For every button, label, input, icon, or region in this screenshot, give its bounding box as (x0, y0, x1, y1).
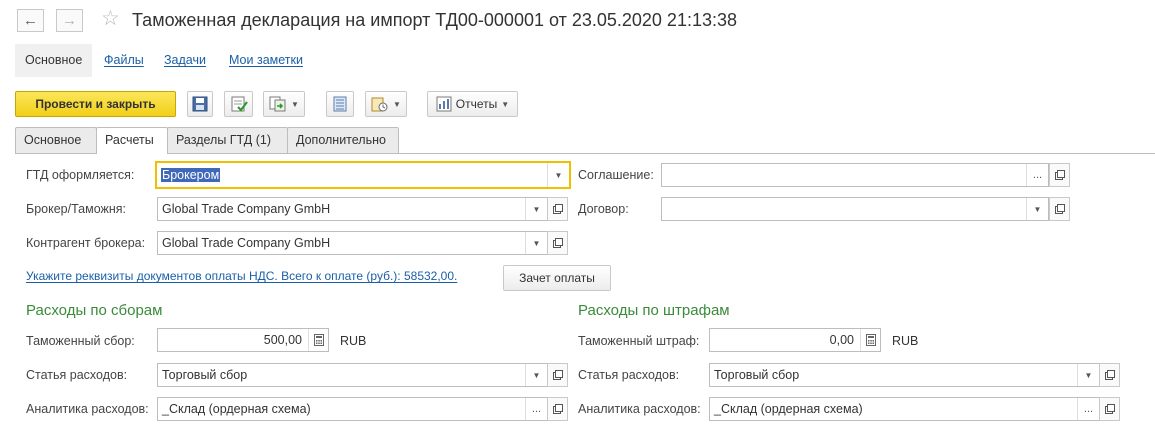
dropdown-arrow-icon[interactable]: ▼ (1026, 198, 1048, 220)
open-window-icon (552, 370, 563, 380)
attachments-icon (371, 97, 388, 112)
dropdown-arrow-icon[interactable]: ▼ (525, 232, 547, 254)
customs-fine-field[interactable]: 0,00 (709, 328, 881, 352)
post-and-close-button[interactable]: Провести и закрыть (15, 91, 176, 117)
save-icon (192, 96, 208, 112)
customs-fine-value: 0,00 (829, 333, 854, 347)
fee-analytics-field[interactable]: _Склад (ордерная схема) ... (157, 397, 548, 421)
dropdown-arrow-icon[interactable]: ▼ (547, 163, 569, 187)
broker-contractor-label: Контрагент брокера: (26, 236, 146, 250)
fee-expense-item-open-button[interactable] (547, 363, 568, 387)
open-window-icon (1104, 370, 1115, 380)
calculator-button[interactable] (860, 329, 880, 351)
contract-open-button[interactable] (1049, 197, 1070, 221)
fine-expense-item-field[interactable]: Торговый сбор ▼ (709, 363, 1100, 387)
favorite-star-icon[interactable]: ☆ (101, 8, 120, 29)
create-based-on-icon (269, 96, 286, 112)
section-tasks[interactable]: Задачи (164, 44, 206, 77)
gtd-by-field[interactable]: Брокером ▼ (155, 161, 571, 189)
post-icon (231, 96, 248, 112)
fee-analytics-value: _Склад (ордерная схема) (162, 402, 311, 416)
open-window-icon (1104, 404, 1115, 414)
select-dots-icon[interactable]: ... (1077, 398, 1099, 420)
open-window-icon (552, 204, 563, 214)
broker-value: Global Trade Company GmbH (162, 202, 331, 216)
section-files[interactable]: Файлы (104, 44, 144, 77)
broker-contractor-field[interactable]: Global Trade Company GmbH ▼ (157, 231, 548, 255)
broker-label: Брокер/Таможня: (26, 202, 127, 216)
fine-analytics-open-button[interactable] (1099, 397, 1120, 421)
contract-label: Договор: (578, 202, 629, 216)
post-button[interactable] (224, 91, 253, 117)
reports-label: Отчеты (455, 97, 498, 111)
payment-offset-button[interactable]: Зачет оплаты (503, 265, 611, 291)
back-button[interactable]: ← (17, 9, 44, 32)
contract-field[interactable]: ▼ (661, 197, 1049, 221)
fines-group-title: Расходы по штрафам (578, 302, 730, 319)
broker-field[interactable]: Global Trade Company GmbH ▼ (157, 197, 548, 221)
create-based-on-button[interactable]: ▼ (263, 91, 305, 117)
select-dots-icon[interactable]: ... (1026, 164, 1048, 186)
calculator-icon (865, 334, 876, 346)
customs-fee-field[interactable]: 500,00 (157, 328, 329, 352)
calculator-button[interactable] (308, 329, 328, 351)
fee-analytics-label: Аналитика расходов: (26, 402, 149, 416)
customs-fee-value: 500,00 (263, 333, 302, 347)
save-button[interactable] (187, 91, 213, 117)
select-dots-icon[interactable]: ... (525, 398, 547, 420)
dropdown-arrow-icon[interactable]: ▼ (525, 364, 547, 386)
list-icon (333, 96, 347, 112)
chevron-down-icon: ▼ (501, 99, 510, 109)
tab-calculations[interactable]: Расчеты (96, 127, 168, 154)
fees-group-title: Расходы по сборам (26, 302, 163, 319)
forward-button[interactable]: → (56, 9, 83, 32)
tab-gtd-sections[interactable]: Разделы ГТД (1) (167, 127, 288, 153)
arrow-right-icon: → (62, 12, 77, 29)
fee-expense-item-field[interactable]: Торговый сбор ▼ (157, 363, 548, 387)
page-title: Таможенная декларация на импорт ТД00-000… (132, 10, 737, 30)
journal-button[interactable] (326, 91, 354, 117)
open-window-icon (552, 238, 563, 248)
customs-fee-label: Таможенный сбор: (26, 334, 135, 348)
fine-currency: RUB (892, 334, 919, 348)
gtd-by-label: ГТД оформляется: (26, 168, 135, 182)
agreement-label: Соглашение: (578, 168, 654, 182)
section-notes[interactable]: Мои заметки (229, 44, 303, 77)
vat-payment-link[interactable]: Укажите реквизиты документов оплаты НДС.… (26, 269, 457, 283)
chevron-down-icon: ▼ (291, 99, 299, 109)
fine-expense-item-open-button[interactable] (1099, 363, 1120, 387)
section-main[interactable]: Основное (15, 44, 93, 77)
dropdown-arrow-icon[interactable]: ▼ (1077, 364, 1099, 386)
dropdown-arrow-icon[interactable]: ▼ (525, 198, 547, 220)
attachments-button[interactable]: ▼ (365, 91, 407, 117)
open-window-icon (1054, 170, 1065, 180)
agreement-field[interactable]: ... (661, 163, 1049, 187)
fee-expense-item-value: Торговый сбор (162, 368, 248, 382)
open-window-icon (552, 404, 563, 414)
calculator-icon (313, 334, 324, 346)
broker-open-button[interactable] (547, 197, 568, 221)
open-window-icon (1054, 204, 1065, 214)
fine-expense-item-label: Статья расходов: (578, 368, 680, 382)
broker-contractor-value: Global Trade Company GmbH (162, 236, 331, 250)
broker-contractor-open-button[interactable] (547, 231, 568, 255)
tab-divider (15, 153, 1155, 154)
fine-analytics-value: _Склад (ордерная схема) (714, 402, 863, 416)
fee-expense-item-label: Статья расходов: (26, 368, 128, 382)
fine-expense-item-value: Торговый сбор (714, 368, 800, 382)
agreement-open-button[interactable] (1049, 163, 1070, 187)
reports-button[interactable]: Отчеты ▼ (427, 91, 518, 117)
fine-analytics-field[interactable]: _Склад (ордерная схема) ... (709, 397, 1100, 421)
arrow-left-icon: ← (23, 12, 38, 29)
reports-icon (436, 96, 452, 112)
gtd-by-value: Брокером (161, 168, 221, 182)
tab-main[interactable]: Основное (15, 127, 97, 153)
fee-analytics-open-button[interactable] (547, 397, 568, 421)
chevron-down-icon: ▼ (393, 99, 401, 109)
fine-analytics-label: Аналитика расходов: (578, 402, 701, 416)
fee-currency: RUB (340, 334, 367, 348)
customs-fine-label: Таможенный штраф: (578, 334, 700, 348)
tab-additional[interactable]: Дополнительно (287, 127, 399, 153)
